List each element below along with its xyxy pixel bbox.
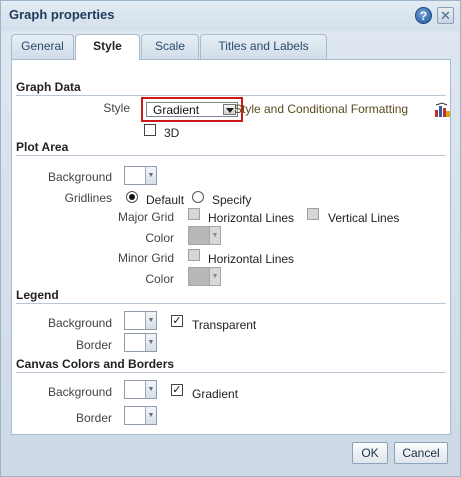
chevron-down-icon[interactable]: ▼	[145, 312, 156, 329]
legend-background-label: Background	[47, 316, 112, 330]
canvas-gradient-checkbox[interactable]: ✓	[171, 384, 183, 396]
chevron-down-icon[interactable]: ▼	[209, 227, 220, 244]
major-vertical-checkbox[interactable]	[307, 208, 319, 220]
major-vertical-label: Vertical Lines	[328, 211, 400, 225]
canvas-gradient-label: Gradient	[192, 387, 239, 401]
section-canvas-colors-borders: Canvas Colors and Borders	[16, 357, 446, 373]
gridlines-label: Gridlines	[64, 191, 112, 205]
graph-properties-dialog: Graph properties ? ✕ General Style Scale…	[0, 0, 461, 477]
chevron-down-icon[interactable]: ▼	[145, 167, 156, 184]
help-icon[interactable]: ?	[415, 7, 432, 24]
minor-grid-color-picker[interactable]: ▼	[188, 267, 221, 286]
legend-transparent-checkbox[interactable]: ✓	[171, 315, 183, 327]
major-grid-label: Major Grid	[117, 210, 174, 224]
section-plot-area: Plot Area	[16, 140, 446, 156]
conditional-formatting-icon[interactable]	[434, 102, 451, 118]
style-label: Style	[103, 101, 130, 115]
tab-general[interactable]: General	[11, 34, 74, 59]
minor-color-label: Color	[145, 272, 174, 286]
canvas-border-color-picker[interactable]: ▼	[124, 406, 157, 425]
major-color-label: Color	[145, 231, 174, 245]
style-tab-panel: Graph Data Style Gradient Style and Cond…	[11, 59, 451, 435]
gridlines-default-label: Default	[146, 193, 185, 207]
section-legend: Legend	[16, 288, 446, 304]
canvas-background-label: Background	[47, 385, 112, 399]
cancel-button[interactable]: Cancel	[394, 442, 448, 464]
chevron-down-icon[interactable]: ▼	[145, 407, 156, 424]
style-select-highlight: Gradient	[141, 97, 243, 122]
chevron-down-icon[interactable]: ▼	[145, 381, 156, 398]
minor-grid-label: Minor Grid	[117, 251, 174, 265]
style-select-value: Gradient	[153, 103, 200, 117]
chevron-down-icon[interactable]: ▼	[145, 334, 156, 351]
tab-scale[interactable]: Scale	[141, 34, 199, 59]
minor-horizontal-checkbox[interactable]	[188, 249, 200, 261]
gridlines-default-radio[interactable]	[126, 191, 138, 203]
gridlines-specify-label: Specify	[212, 193, 252, 207]
close-icon[interactable]: ✕	[437, 7, 454, 24]
style-select[interactable]: Gradient	[146, 102, 238, 117]
canvas-border-label: Border	[75, 411, 112, 425]
plot-background-color-picker[interactable]: ▼	[124, 166, 157, 185]
tab-titles-and-labels[interactable]: Titles and Labels	[200, 34, 327, 59]
legend-background-color-picker[interactable]: ▼	[124, 311, 157, 330]
legend-transparent-label: Transparent	[192, 318, 257, 332]
plot-background-label: Background	[47, 170, 112, 184]
major-grid-color-picker[interactable]: ▼	[188, 226, 221, 245]
legend-border-color-picker[interactable]: ▼	[124, 333, 157, 352]
major-horizontal-label: Horizontal Lines	[208, 211, 295, 225]
3d-checkbox[interactable]	[144, 124, 156, 136]
ok-button[interactable]: OK	[352, 442, 388, 464]
3d-label: 3D	[164, 126, 180, 140]
dialog-titlebar: Graph properties ? ✕	[1, 1, 460, 31]
chevron-down-icon[interactable]: ▼	[209, 268, 220, 285]
dialog-title: Graph properties	[9, 7, 115, 22]
minor-horizontal-label: Horizontal Lines	[208, 252, 295, 266]
style-conditional-formatting-link[interactable]: Style and Conditional Formatting	[234, 102, 408, 116]
gridlines-specify-radio[interactable]	[192, 191, 204, 203]
major-horizontal-checkbox[interactable]	[188, 208, 200, 220]
legend-border-label: Border	[75, 338, 112, 352]
canvas-background-color-picker[interactable]: ▼	[124, 380, 157, 399]
tab-style[interactable]: Style	[75, 34, 140, 60]
section-graph-data: Graph Data	[16, 80, 446, 96]
